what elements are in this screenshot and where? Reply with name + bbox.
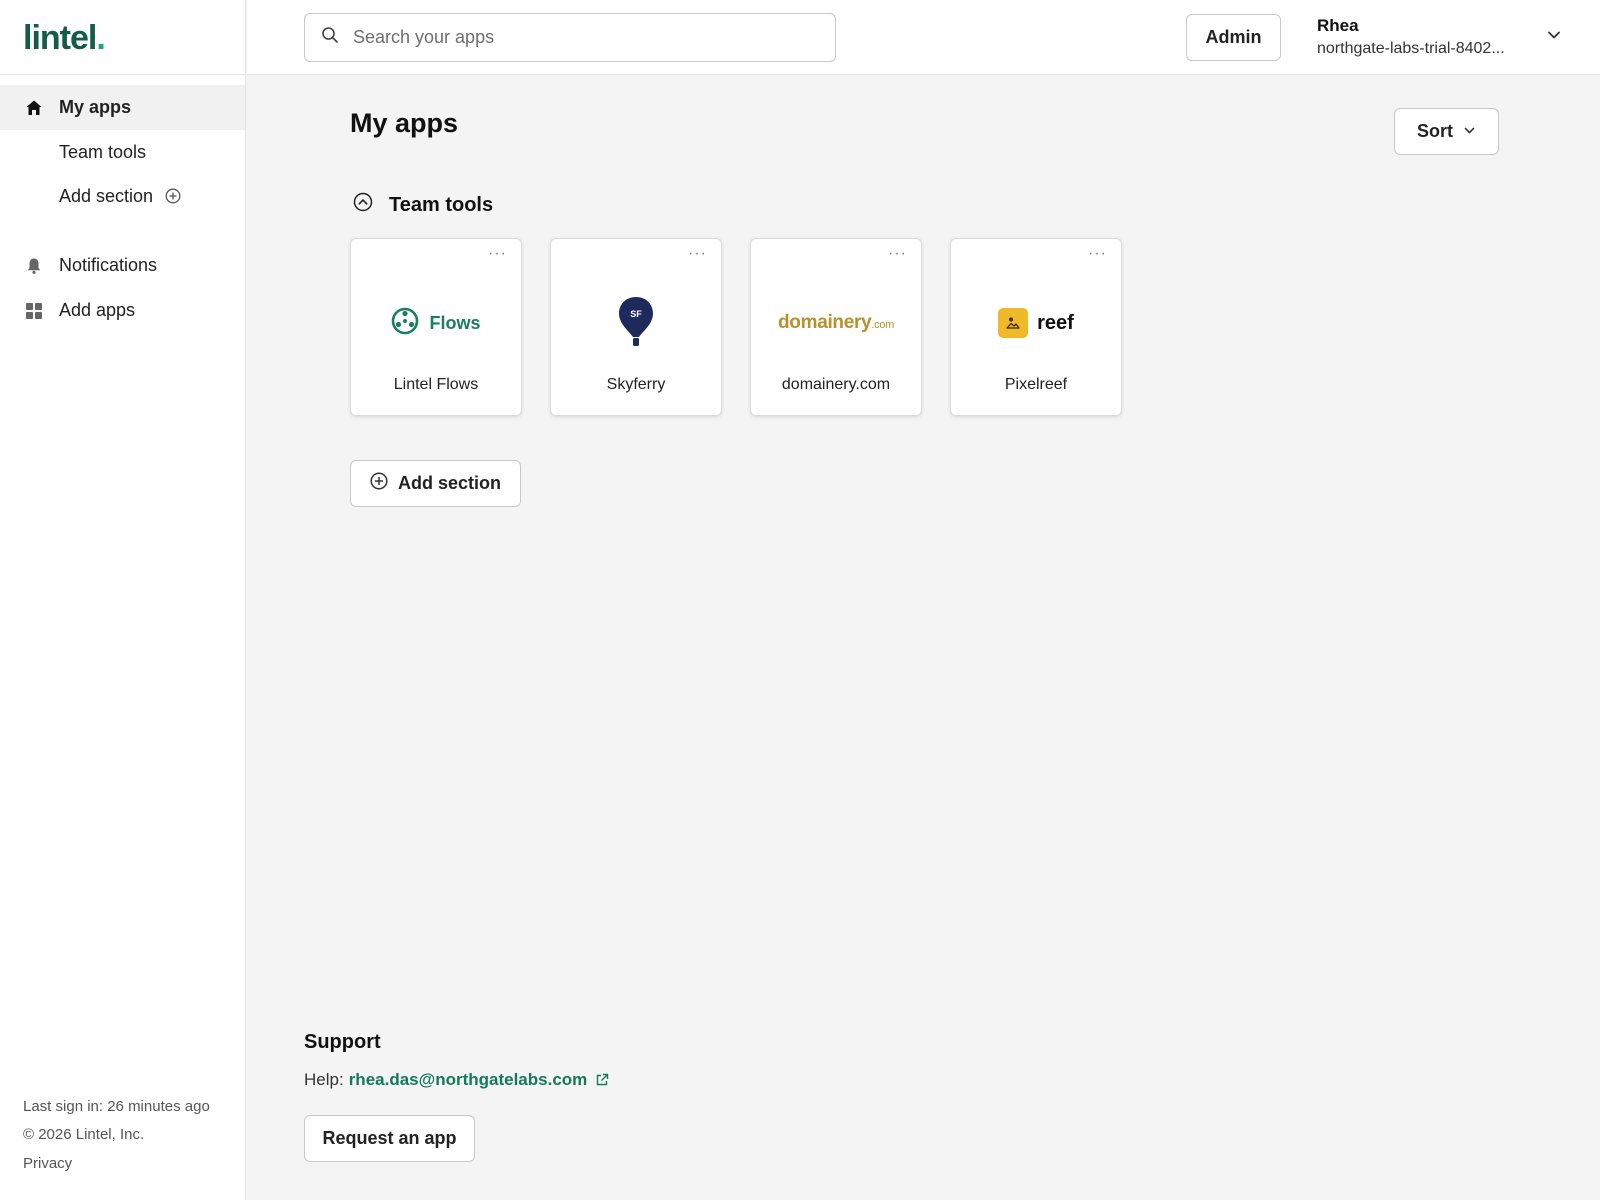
app-name: domainery.com (781, 376, 891, 393)
external-link-icon (595, 1073, 609, 1087)
pixelreef-logo-text: reef (1037, 311, 1074, 334)
sort-button[interactable]: Sort (1394, 108, 1499, 155)
app-name: Pixelreef (1004, 376, 1068, 393)
image-icon (998, 308, 1029, 338)
main-content: My apps Sort Team tools ··· Flows Lintel… (247, 76, 1600, 1200)
sort-label: Sort (1417, 121, 1453, 141)
sidebar-item-label: Add apps (59, 300, 136, 320)
admin-button[interactable]: Admin (1186, 14, 1281, 61)
app-card-skyferry[interactable]: ··· SF Skyferry (550, 238, 722, 416)
support-email-link[interactable]: rhea.das@northgatelabs.com (349, 1070, 588, 1090)
copyright: © 2026 Lintel, Inc. (23, 1126, 145, 1143)
chevron-down-icon[interactable] (1546, 27, 1562, 48)
app-name: Skyferry (606, 376, 666, 393)
last-sign-in: Last sign in: 26 minutes ago (23, 1097, 210, 1115)
sidebar-item-add-section[interactable]: Add section (0, 174, 245, 218)
flows-icon (391, 307, 419, 340)
section-title: Team tools (389, 193, 494, 216)
section-header: Team tools (353, 192, 493, 218)
plus-circle-icon (370, 472, 388, 495)
home-icon (24, 98, 44, 118)
skyferry-logo: SF (551, 289, 721, 357)
search-icon (321, 26, 339, 49)
support-help: Help: rhea.das@northgatelabs.com (304, 1070, 609, 1090)
sidebar: lintel. My apps Team tools Add section N… (0, 0, 246, 1200)
flows-logo: Flows (351, 289, 521, 357)
skyferry-balloon-icon: SF (619, 297, 653, 346)
request-app-button[interactable]: Request an app (304, 1115, 475, 1162)
more-icon[interactable]: ··· (488, 245, 507, 263)
logo-text: lintel (23, 19, 97, 57)
logo-area: lintel. (0, 0, 245, 75)
add-section-label: Add section (397, 473, 501, 493)
domainery-logo: domainery.com (751, 289, 921, 357)
more-icon[interactable]: ··· (1088, 245, 1107, 263)
support-title: Support (304, 1031, 381, 1053)
app-card-domainery[interactable]: ··· domainery.com domainery.com (750, 238, 922, 416)
domainery-logo-suffix: .com (871, 319, 895, 331)
app-grid: ··· Flows Lintel Flows ··· SF Skyferry ·… (350, 238, 1122, 416)
chevron-up-circle-icon[interactable] (353, 192, 373, 218)
sidebar-item-label: Notifications (59, 255, 158, 275)
logo-dot: . (96, 19, 106, 57)
skyferry-logo-text: SF (630, 309, 642, 319)
help-label: Help: (304, 1070, 344, 1089)
lintel-logo[interactable]: lintel. (23, 18, 245, 58)
more-icon[interactable]: ··· (688, 245, 707, 263)
sidebar-item-label: My apps (59, 97, 132, 117)
plus-circle-icon (165, 188, 181, 204)
topbar: Admin Rhea northgate-labs-trial-8402... (247, 0, 1600, 75)
more-icon[interactable]: ··· (888, 245, 907, 263)
sidebar-item-add-apps[interactable]: Add apps (0, 288, 245, 333)
sidebar-nav: My apps Team tools Add section Notificat… (0, 75, 245, 333)
domainery-logo-text: domainery.com (778, 312, 894, 334)
user-org: northgate-labs-trial-8402... (1317, 40, 1505, 57)
page-title: My apps (350, 108, 459, 138)
app-name: Lintel Flows (393, 376, 479, 393)
sidebar-item-notifications[interactable]: Notifications (0, 243, 245, 288)
support-section: Support Help: rhea.das@northgatelabs.com… (304, 1031, 609, 1162)
grid-icon (24, 301, 44, 321)
add-section-button[interactable]: Add section (350, 460, 521, 507)
sidebar-item-team-tools[interactable]: Team tools (0, 130, 245, 174)
chevron-down-icon (1463, 121, 1476, 142)
privacy-link[interactable]: Privacy (23, 1150, 210, 1179)
search-input[interactable] (353, 27, 793, 48)
app-card-lintel-flows[interactable]: ··· Flows Lintel Flows (350, 238, 522, 416)
domainery-logo-word: domainery (777, 312, 872, 333)
sidebar-item-label: Add section (59, 185, 154, 206)
flows-logo-text: Flows (429, 312, 481, 333)
user-menu[interactable]: Rhea northgate-labs-trial-8402... (1317, 16, 1505, 58)
sidebar-footer: Last sign in: 26 minutes ago © 2026 Lint… (23, 1093, 210, 1179)
user-name: Rhea (1317, 16, 1359, 35)
app-card-pixelreef[interactable]: ··· reef Pixelreef (950, 238, 1122, 416)
sidebar-item-my-apps[interactable]: My apps (0, 85, 245, 130)
sidebar-item-label: Team tools (59, 141, 147, 162)
search-box[interactable] (304, 13, 836, 62)
bell-icon (24, 256, 44, 276)
pixelreef-logo: reef (951, 289, 1121, 357)
